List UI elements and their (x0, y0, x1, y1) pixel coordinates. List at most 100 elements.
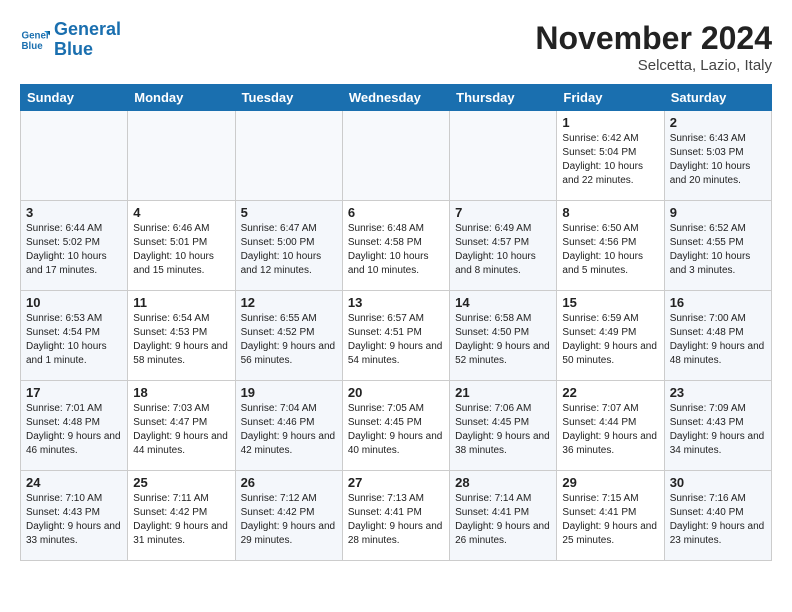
calendar-cell: 11 Sunrise: 6:54 AM Sunset: 4:53 PM Dayli… (128, 291, 235, 381)
week-row-4: 17 Sunrise: 7:01 AM Sunset: 4:48 PM Dayli… (21, 381, 772, 471)
day-info: Sunrise: 6:52 AM Sunset: 4:55 PM Dayligh… (670, 222, 766, 278)
day-number: 23 (670, 385, 766, 400)
calendar-cell (21, 111, 128, 201)
week-row-5: 24 Sunrise: 7:10 AM Sunset: 4:43 PM Dayli… (21, 471, 772, 561)
day-number: 18 (133, 385, 229, 400)
calendar-cell: 6Sunrise: 6:48 AM Sunset: 4:58 PM Daylig… (342, 201, 449, 291)
day-info: Sunrise: 7:06 AM Sunset: 4:45 PM Dayligh… (455, 402, 551, 458)
day-info: Sunrise: 6:49 AM Sunset: 4:57 PM Dayligh… (455, 222, 551, 278)
day-number: 22 (562, 385, 658, 400)
logo-line2: Blue (54, 39, 93, 59)
calendar-cell (450, 111, 557, 201)
calendar-cell: 8 Sunrise: 6:50 AM Sunset: 4:56 PM Daylig… (557, 201, 664, 291)
day-info: Sunrise: 7:12 AM Sunset: 4:42 PM Dayligh… (241, 492, 337, 548)
day-number: 1 (562, 115, 658, 130)
month-title: November 2024 (535, 20, 772, 57)
week-row-2: 3 Sunrise: 6:44 AM Sunset: 5:02 PM Daylig… (21, 201, 772, 291)
calendar-cell: 20 Sunrise: 7:05 AM Sunset: 4:45 PM Dayli… (342, 381, 449, 471)
day-info: Sunrise: 7:04 AM Sunset: 4:46 PM Dayligh… (241, 402, 337, 458)
col-header-thursday: Thursday (450, 85, 557, 111)
calendar-cell: 14 Sunrise: 6:58 AM Sunset: 4:50 PM Dayli… (450, 291, 557, 381)
day-number: 9 (670, 205, 766, 220)
day-number: 25 (133, 475, 229, 490)
day-info: Sunrise: 7:00 AM Sunset: 4:48 PM Dayligh… (670, 312, 766, 368)
calendar-cell: 7 Sunrise: 6:49 AM Sunset: 4:57 PM Daylig… (450, 201, 557, 291)
day-info: Sunrise: 6:50 AM Sunset: 4:56 PM Dayligh… (562, 222, 658, 278)
calendar-table: SundayMondayTuesdayWednesdayThursdayFrid… (20, 84, 772, 561)
day-info: Sunrise: 6:46 AM Sunset: 5:01 PM Dayligh… (133, 222, 229, 278)
day-number: 2 (670, 115, 766, 130)
day-info: Sunrise: 7:03 AM Sunset: 4:47 PM Dayligh… (133, 402, 229, 458)
calendar-cell: 28 Sunrise: 7:14 AM Sunset: 4:41 PM Dayli… (450, 471, 557, 561)
logo-text: General Blue (54, 20, 121, 60)
calendar-cell: 3 Sunrise: 6:44 AM Sunset: 5:02 PM Daylig… (21, 201, 128, 291)
day-info: Sunrise: 7:10 AM Sunset: 4:43 PM Dayligh… (26, 492, 122, 548)
calendar-cell: 26 Sunrise: 7:12 AM Sunset: 4:42 PM Dayli… (235, 471, 342, 561)
calendar-cell: 16 Sunrise: 7:00 AM Sunset: 4:48 PM Dayli… (664, 291, 771, 381)
day-number: 15 (562, 295, 658, 310)
day-number: 14 (455, 295, 551, 310)
day-number: 20 (348, 385, 444, 400)
day-number: 29 (562, 475, 658, 490)
calendar-cell: 25Sunrise: 7:11 AM Sunset: 4:42 PM Dayli… (128, 471, 235, 561)
day-info: Sunrise: 6:44 AM Sunset: 5:02 PM Dayligh… (26, 222, 122, 278)
day-number: 8 (562, 205, 658, 220)
calendar-cell: 9 Sunrise: 6:52 AM Sunset: 4:55 PM Daylig… (664, 201, 771, 291)
calendar-cell: 2Sunrise: 6:43 AM Sunset: 5:03 PM Daylig… (664, 111, 771, 201)
day-info: Sunrise: 6:53 AM Sunset: 4:54 PM Dayligh… (26, 312, 122, 368)
day-number: 27 (348, 475, 444, 490)
col-header-sunday: Sunday (21, 85, 128, 111)
day-number: 10 (26, 295, 122, 310)
calendar-cell: 10 Sunrise: 6:53 AM Sunset: 4:54 PM Dayli… (21, 291, 128, 381)
day-info: Sunrise: 6:54 AM Sunset: 4:53 PM Dayligh… (133, 312, 229, 368)
day-number: 6 (348, 205, 444, 220)
calendar-cell: 5 Sunrise: 6:47 AM Sunset: 5:00 PM Daylig… (235, 201, 342, 291)
col-header-friday: Friday (557, 85, 664, 111)
calendar-cell: 12 Sunrise: 6:55 AM Sunset: 4:52 PM Dayli… (235, 291, 342, 381)
logo: General Blue General Blue (20, 20, 121, 60)
calendar-cell: 18 Sunrise: 7:03 AM Sunset: 4:47 PM Dayli… (128, 381, 235, 471)
day-number: 26 (241, 475, 337, 490)
day-number: 13 (348, 295, 444, 310)
day-number: 21 (455, 385, 551, 400)
day-info: Sunrise: 6:58 AM Sunset: 4:50 PM Dayligh… (455, 312, 551, 368)
day-info: Sunrise: 7:01 AM Sunset: 4:48 PM Dayligh… (26, 402, 122, 458)
day-number: 17 (26, 385, 122, 400)
day-number: 28 (455, 475, 551, 490)
day-number: 3 (26, 205, 122, 220)
day-number: 11 (133, 295, 229, 310)
day-info: Sunrise: 6:59 AM Sunset: 4:49 PM Dayligh… (562, 312, 658, 368)
calendar-cell: 15 Sunrise: 6:59 AM Sunset: 4:49 PM Dayli… (557, 291, 664, 381)
page-header: General Blue General Blue November 2024 … (20, 20, 772, 74)
day-info: Sunrise: 7:16 AM Sunset: 4:40 PM Dayligh… (670, 492, 766, 548)
day-info: Sunrise: 6:55 AM Sunset: 4:52 PM Dayligh… (241, 312, 337, 368)
week-row-3: 10 Sunrise: 6:53 AM Sunset: 4:54 PM Dayli… (21, 291, 772, 381)
day-info: Sunrise: 7:13 AM Sunset: 4:41 PM Dayligh… (348, 492, 444, 548)
calendar-cell: 22 Sunrise: 7:07 AM Sunset: 4:44 PM Dayli… (557, 381, 664, 471)
calendar-cell (342, 111, 449, 201)
day-info: Sunrise: 6:57 AM Sunset: 4:51 PM Dayligh… (348, 312, 444, 368)
col-header-saturday: Saturday (664, 85, 771, 111)
day-number: 12 (241, 295, 337, 310)
day-number: 7 (455, 205, 551, 220)
header-row: SundayMondayTuesdayWednesdayThursdayFrid… (21, 85, 772, 111)
day-info: Sunrise: 6:47 AM Sunset: 5:00 PM Dayligh… (241, 222, 337, 278)
day-info: Sunrise: 7:15 AM Sunset: 4:41 PM Dayligh… (562, 492, 658, 548)
calendar-cell: 19Sunrise: 7:04 AM Sunset: 4:46 PM Dayli… (235, 381, 342, 471)
calendar-cell: 23 Sunrise: 7:09 AM Sunset: 4:43 PM Dayli… (664, 381, 771, 471)
day-info: Sunrise: 7:09 AM Sunset: 4:43 PM Dayligh… (670, 402, 766, 458)
svg-text:Blue: Blue (22, 41, 44, 52)
calendar-cell: 24 Sunrise: 7:10 AM Sunset: 4:43 PM Dayli… (21, 471, 128, 561)
day-info: Sunrise: 7:05 AM Sunset: 4:45 PM Dayligh… (348, 402, 444, 458)
calendar-cell: 27 Sunrise: 7:13 AM Sunset: 4:41 PM Dayli… (342, 471, 449, 561)
week-row-1: 1Sunrise: 6:42 AM Sunset: 5:04 PM Daylig… (21, 111, 772, 201)
location: Selcetta, Lazio, Italy (535, 57, 772, 74)
day-number: 24 (26, 475, 122, 490)
day-info: Sunrise: 7:07 AM Sunset: 4:44 PM Dayligh… (562, 402, 658, 458)
day-number: 5 (241, 205, 337, 220)
calendar-cell: 21 Sunrise: 7:06 AM Sunset: 4:45 PM Dayli… (450, 381, 557, 471)
calendar-cell (235, 111, 342, 201)
day-info: Sunrise: 7:14 AM Sunset: 4:41 PM Dayligh… (455, 492, 551, 548)
day-number: 4 (133, 205, 229, 220)
day-number: 16 (670, 295, 766, 310)
